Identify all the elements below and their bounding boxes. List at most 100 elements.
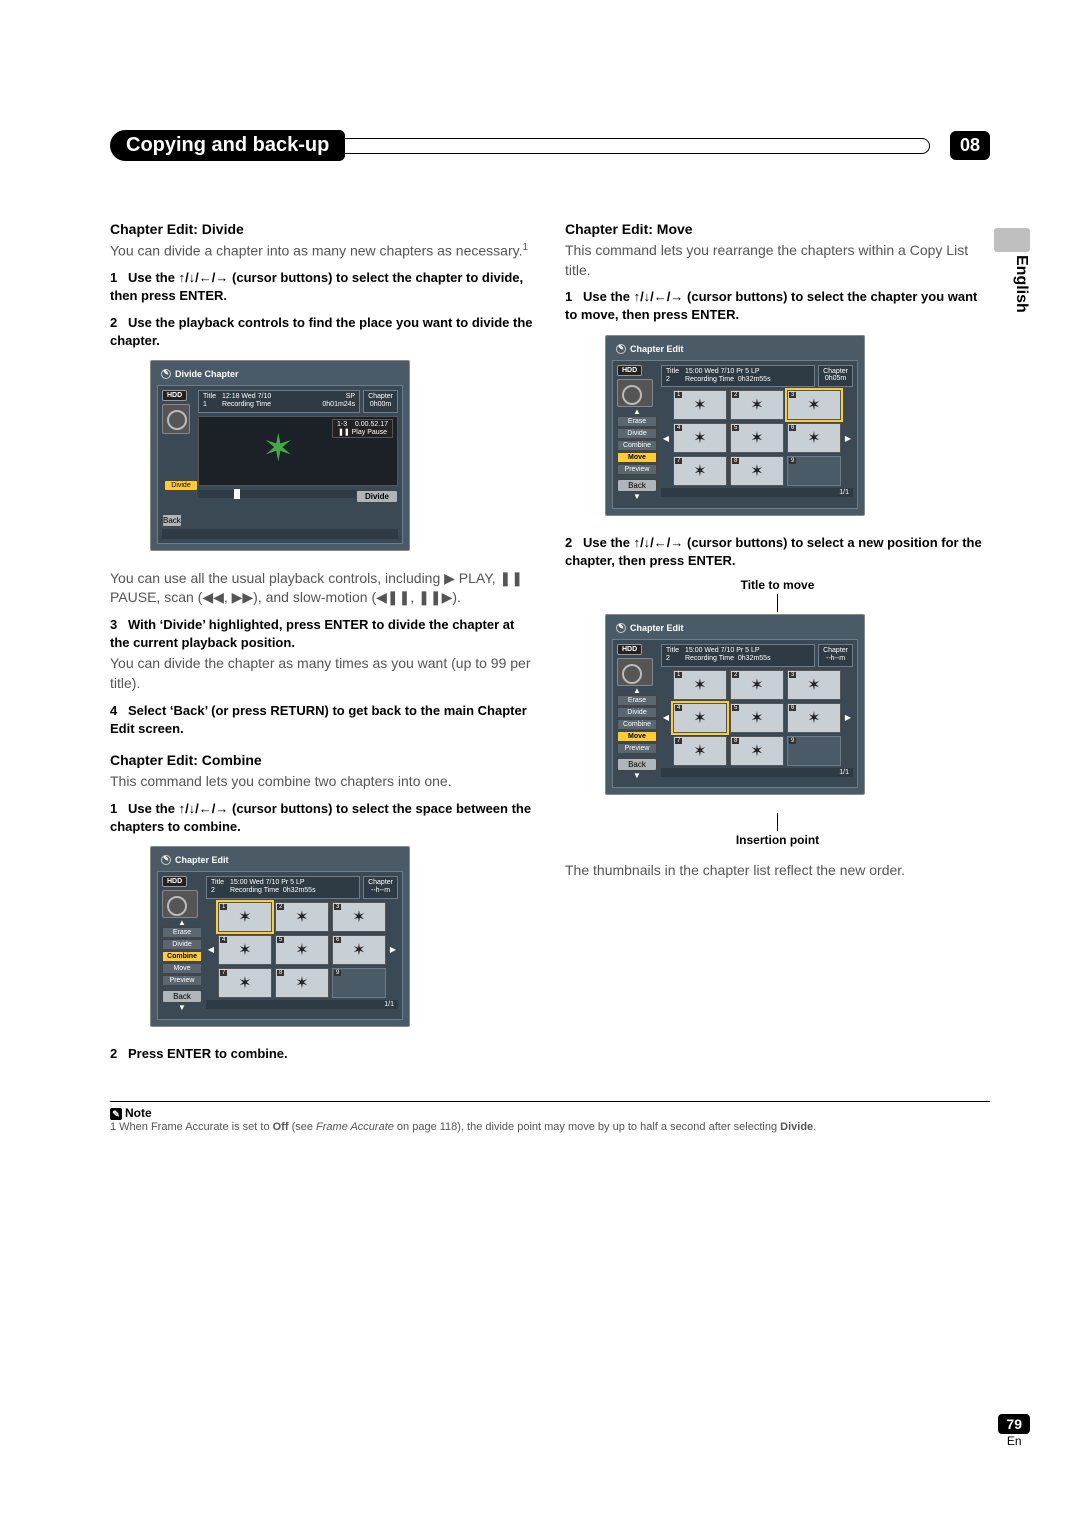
fig-title: Divide Chapter [175,369,239,379]
nav-left[interactable]: ◀ [661,390,671,486]
menu-combine[interactable]: Combine [617,719,657,730]
step-2-divide-text: Use the playback controls to find the pl… [110,315,533,348]
thumb-5[interactable]: 5✶ [275,935,329,965]
menu-move[interactable]: Move [617,731,657,742]
back-button[interactable]: Back [617,479,657,492]
title-meta-box: Title2 15:00 Wed 7/10 Pr 5 LPRecording T… [661,365,815,388]
disc-icon [162,404,190,434]
page-number: 79 En [998,1414,1030,1448]
counter-b: 0.00.52.17 [355,421,388,428]
right-column: Chapter Edit: Move This command lets you… [565,221,990,1071]
menu-move[interactable]: Move [617,452,657,463]
note-pre: 1 When Frame Accurate is set to [110,1121,273,1133]
intro-combine: This command lets you combine two chapte… [110,772,535,792]
note-icon: ✎ [110,1108,122,1120]
lang-tab-shade [994,228,1030,252]
footnote-section: ✎Note 1 When Frame Accurate is set to Of… [110,1101,990,1134]
chapter-time: 0h00m [370,401,391,408]
thumb-8[interactable]: 8✶ [730,736,784,766]
thumb-6[interactable]: 6✶ [787,423,841,453]
menu-combine[interactable]: Combine [162,951,202,962]
annotation-bottom: Insertion point [565,813,990,847]
side-divide-button[interactable]: Divide [164,480,198,491]
thumb-8[interactable]: 8✶ [730,456,784,486]
menu-divide[interactable]: Divide [162,939,202,950]
thumb-5[interactable]: 5✶ [730,703,784,733]
fig-move1-title: Chapter Edit [630,344,684,354]
back-button[interactable]: Back [162,990,202,1003]
thumb-5[interactable]: 5✶ [730,423,784,453]
fig-move2-title: Chapter Edit [630,623,684,633]
meta-title-label: Title [666,368,679,375]
heading-combine: Chapter Edit: Combine [110,752,535,768]
menu-erase[interactable]: Erase [617,695,657,706]
menu-divide[interactable]: Divide [617,428,657,439]
play-pause-label: ❚❚ Play Pause [337,428,388,436]
section-header: Copying and back-up 08 [110,130,990,161]
chapter-time: 0h05m [825,375,846,382]
thumb-7[interactable]: 7✶ [218,968,272,998]
nav-right[interactable]: ▶ [843,670,853,766]
step-3-divide-text: With ‘Divide’ highlighted, press ENTER t… [110,617,514,650]
hdd-badge: HDD [162,390,187,401]
thumb-2[interactable]: 2✶ [730,390,784,420]
menu-erase[interactable]: Erase [617,416,657,427]
thumb-9[interactable]: 9 [787,456,841,486]
header-rule [345,138,930,154]
step-1-combine-text: Use the ↑/↓/←/→ (cursor buttons) to sele… [110,801,531,834]
thumb-4[interactable]: 4✶ [673,423,727,453]
thumb-4[interactable]: 4✶ [673,703,727,733]
thumb-1[interactable]: 1✶ [673,390,727,420]
step-1-divide-text: Use the ↑/↓/←/→ (cursor buttons) to sele… [110,270,523,303]
thumb-9[interactable]: 9 [787,736,841,766]
page-lang: En [1007,1434,1022,1448]
chapter-label: Chapter [368,393,393,400]
meta-rec-time: 0h32m55s [738,655,771,662]
meta-date: 15:00 Wed 7/10 Pr 5 LP [685,647,760,654]
note-mid: (see [289,1121,317,1133]
back-button[interactable]: Back [617,758,657,771]
menu-preview[interactable]: Preview [162,975,202,986]
title-meta-box: Title2 15:00 Wed 7/10 Pr 5 LPRecording T… [661,644,815,667]
step-1-move-text: Use the ↑/↓/←/→ (cursor buttons) to sele… [565,289,977,322]
thumb-4[interactable]: 4✶ [218,935,272,965]
thumb-1[interactable]: 1✶ [218,902,272,932]
nav-right[interactable]: ▶ [843,390,853,486]
thumb-6[interactable]: 6✶ [787,703,841,733]
step-3-divide: 3With ‘Divide’ highlighted, press ENTER … [110,616,535,652]
leaf-icon: ✶ [262,429,302,469]
nav-right[interactable]: ▶ [388,902,398,998]
menu-divide[interactable]: Divide [617,707,657,718]
thumb-3[interactable]: 3✶ [787,390,841,420]
thumb-9[interactable]: 9 [332,968,386,998]
menu-combine[interactable]: Combine [617,440,657,451]
thumb-1[interactable]: 1✶ [673,670,727,700]
chapter-time: --h--m [371,887,390,894]
chapter-meta: Chapter--h--m [818,644,853,667]
meta-date: 15:00 Wed 7/10 Pr 5 LP [230,879,305,886]
step-2-combine-text: Press ENTER to combine. [128,1046,288,1061]
meta-title-label: Title [211,879,224,886]
thumb-8[interactable]: 8✶ [275,968,329,998]
menu-preview[interactable]: Preview [617,743,657,754]
nav-left[interactable]: ◀ [661,670,671,766]
note-label: Note [125,1106,152,1120]
thumb-2[interactable]: 2✶ [275,902,329,932]
hdd-badge: HDD [617,644,642,655]
thumb-6[interactable]: 6✶ [332,935,386,965]
note-divide: Divide [780,1121,813,1133]
title-meta-box: Title1 12:18 Wed 7/10Recording Time SP0h… [198,390,360,413]
nav-left[interactable]: ◀ [206,902,216,998]
menu-erase[interactable]: Erase [162,927,202,938]
menu-move[interactable]: Move [162,963,202,974]
back-button[interactable]: Back [162,514,182,527]
thumb-3[interactable]: 3✶ [787,670,841,700]
divide-action-button[interactable]: Divide [356,490,398,503]
meta-title-label: Title [666,647,679,654]
thumb-2[interactable]: 2✶ [730,670,784,700]
menu-preview[interactable]: Preview [617,464,657,475]
step-2-move: 2Use the ↑/↓/←/→ (cursor buttons) to sel… [565,534,990,570]
thumb-3[interactable]: 3✶ [332,902,386,932]
thumb-7[interactable]: 7✶ [673,736,727,766]
thumb-7[interactable]: 7✶ [673,456,727,486]
